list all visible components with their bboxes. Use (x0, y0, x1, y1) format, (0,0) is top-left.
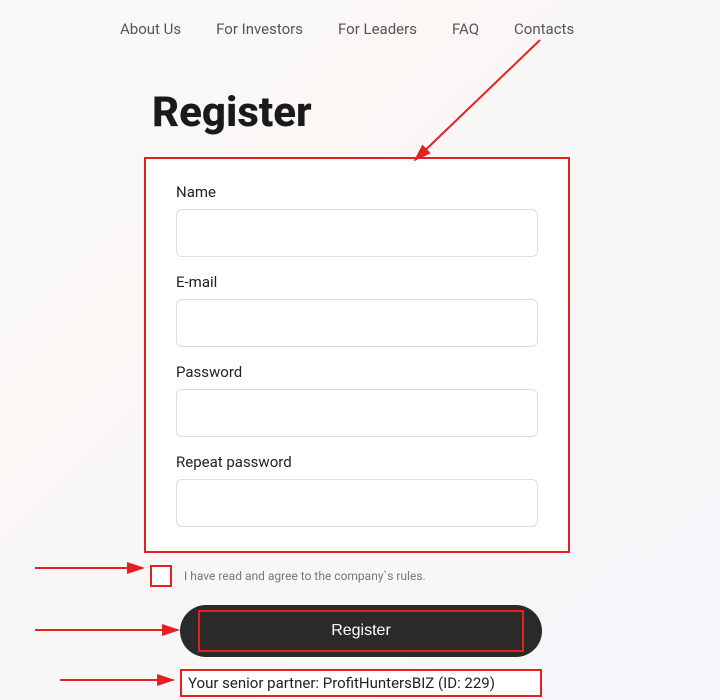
register-button-container: Register (180, 605, 542, 657)
email-label: E-mail (176, 273, 538, 291)
partner-info: Your senior partner: ProfitHuntersBIZ (I… (180, 669, 542, 697)
arrow-to-checkbox (35, 558, 155, 578)
nav-faq[interactable]: FAQ (452, 20, 479, 38)
nav-for-leaders[interactable]: For Leaders (338, 20, 417, 38)
name-input[interactable] (176, 209, 538, 257)
nav-about-us[interactable]: About Us (120, 20, 181, 38)
register-button[interactable]: Register (180, 605, 542, 657)
password-label: Password (176, 363, 538, 381)
repeat-password-input[interactable] (176, 479, 538, 527)
nav-contacts[interactable]: Contacts (514, 20, 574, 38)
page-title: Register (152, 88, 720, 137)
top-nav: About Us For Investors For Leaders FAQ C… (0, 0, 720, 38)
repeat-password-label: Repeat password (176, 453, 538, 471)
name-label: Name (176, 183, 538, 201)
agree-checkbox[interactable] (150, 565, 172, 587)
arrow-to-register-button (35, 620, 190, 640)
nav-for-investors[interactable]: For Investors (216, 20, 303, 38)
register-form: Name E-mail Password Repeat password (144, 157, 570, 553)
agree-label: I have read and agree to the company`s r… (184, 569, 426, 583)
password-input[interactable] (176, 389, 538, 437)
email-input[interactable] (176, 299, 538, 347)
arrow-to-partner (60, 672, 185, 690)
agree-row: I have read and agree to the company`s r… (150, 565, 720, 587)
